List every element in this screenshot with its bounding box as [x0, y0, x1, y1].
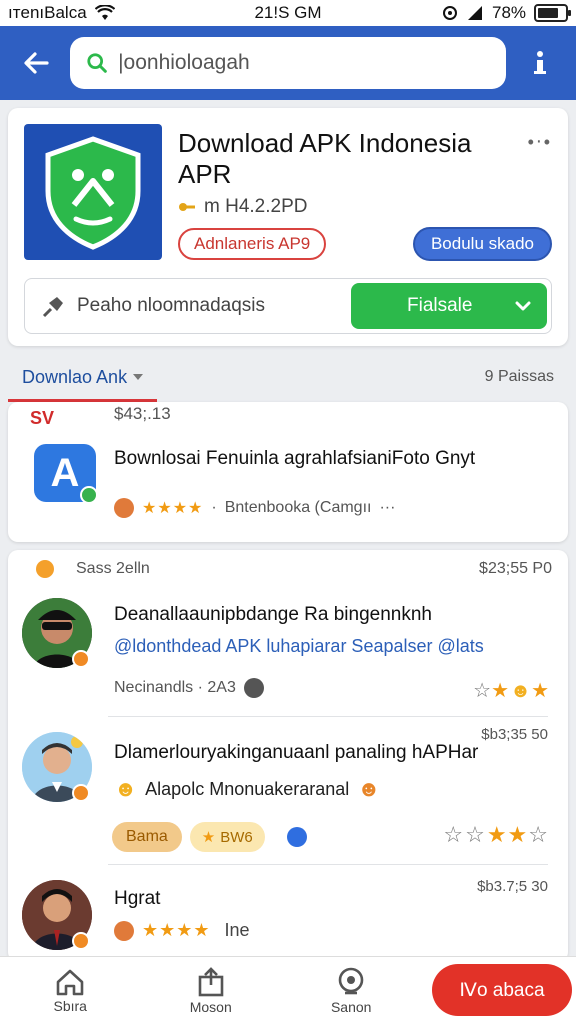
search-icon: [87, 53, 107, 73]
item-subtitle: Alapolc Mnonuakeraranal: [145, 778, 350, 799]
user-avatar-icon: [114, 498, 134, 518]
cta-button[interactable]: Ⅳo abaca: [432, 964, 572, 1016]
download-button-label: Fialsale: [407, 295, 473, 316]
wifi-icon: [94, 5, 115, 20]
item-title: Hgrat: [114, 888, 161, 909]
share-box-icon: [198, 966, 224, 996]
item-time: $b3;35 50: [481, 726, 548, 743]
item-meta: Necinandls · 2A3: [114, 678, 264, 698]
caret-down-icon: [133, 374, 144, 380]
key-icon: [179, 203, 195, 211]
search-box[interactable]: [70, 37, 506, 89]
home-icon: [56, 969, 84, 995]
item-meta: ★★★★ Ine: [114, 920, 250, 941]
feed-card: Sass 2elln $23;55 P0 Deanallaaunipbdange…: [8, 550, 568, 962]
carrier-text: ıтenıBalca: [8, 3, 87, 22]
divider: [108, 716, 548, 717]
tab-download-label: Downlao Ank: [22, 366, 128, 387]
app-icon[interactable]: [24, 124, 162, 260]
divider: [108, 864, 548, 865]
rating-stars: ★★★★: [142, 500, 204, 517]
bottom-nav: Sbıra Moson Sanon Ⅳo abaca: [0, 956, 576, 1024]
feed-logo-icon: [36, 560, 54, 578]
status-bar: ıтenıBalca 21!S GM 78%: [0, 0, 576, 26]
chip-rating[interactable]: ★ BW6: [189, 822, 265, 852]
avatar-badge-icon: [72, 932, 90, 950]
list-item[interactable]: Deanallaaunipbdange Ra bingennknh @ldont…: [8, 590, 568, 710]
rating-stars: ★★★★: [142, 920, 211, 940]
nav-search[interactable]: Sanon: [281, 967, 421, 1015]
post-price: $43;.13: [114, 404, 171, 423]
smile-emoji-icon: ☻: [114, 776, 138, 801]
user-avatar-icon: [114, 920, 134, 941]
item-title: Deanallaaunipbdange Ra bingennknh: [114, 604, 432, 625]
chip-tag[interactable]: Bama: [112, 822, 182, 852]
back-button[interactable]: [14, 41, 58, 85]
nav-home-label: Sbıra: [53, 997, 87, 1014]
feed-header-label: Sass 2elln: [76, 560, 150, 577]
sync-icon: [442, 6, 457, 20]
item-title: Dlamerlouryakinganuaanl panaling hAPHar: [114, 742, 479, 763]
chat-icon: [243, 678, 264, 698]
arrow-left-icon: [24, 52, 49, 74]
nav-search-label: Sanon: [330, 998, 372, 1015]
feed-header: Sass 2elln $23;55 P0: [24, 560, 552, 578]
app-card: Download APK Indonesia APR •‧• m H4.2.2P…: [8, 108, 568, 346]
app-store-letter: A: [50, 450, 80, 495]
list-item[interactable]: $b3.7;5 30 Hgrat ★★★★ Ine: [8, 874, 568, 962]
version-text: m H4.2.2PD: [204, 196, 308, 217]
separator-dot: ·: [211, 499, 217, 516]
reaction-stars: ☆★☻★: [473, 680, 550, 702]
tab-download[interactable]: Downlao Ank: [7, 352, 158, 402]
battery-icon: [534, 4, 572, 22]
item-meta-text: Ine: [224, 920, 250, 940]
tag-blue[interactable]: Bodulu skado: [412, 227, 552, 261]
shield-face-icon: [45, 136, 141, 250]
rating-stars: ☆☆★★☆: [443, 822, 550, 847]
location-icon: [338, 967, 364, 994]
download-row: Peaho nloomnadaqsis Fialsale: [24, 278, 552, 334]
pin-icon: [42, 297, 63, 318]
avatar-badge-icon: [72, 784, 90, 802]
post-meta: ★★★★ · Bntenbooka (Camgıı ···: [114, 498, 395, 518]
chip-rating-label: BW6: [220, 828, 253, 846]
app-title: Download APK Indonesia APR: [178, 128, 472, 189]
item-meta-text: Necinandls · 2A3: [114, 679, 236, 696]
download-label: Peaho nloomnadaqsis: [77, 295, 266, 316]
search-input[interactable]: [118, 51, 490, 75]
item-chips: Bama ★ BW6: [112, 822, 307, 852]
download-button[interactable]: Fialsale: [351, 283, 547, 329]
post-source: Bntenbooka (Camgıı: [224, 499, 372, 516]
more-options-icon[interactable]: •‧•: [528, 132, 552, 153]
item-subtitle-row: ☻ Alapolc Mnonuakeraranal ☻: [114, 776, 380, 802]
item-subtitle[interactable]: @ldonthdead APK luhapiarar Seapalser @la…: [114, 636, 484, 657]
app-version: m H4.2.2PD: [178, 196, 307, 218]
clock: 21!S GM: [254, 3, 322, 22]
info-icon: [534, 51, 546, 74]
item-time: $b3.7;5 30: [477, 878, 548, 895]
nav-message[interactable]: Moson: [140, 966, 280, 1015]
tab-bar: Downlao Ank 9 Paissas: [0, 352, 576, 402]
app-bar: [0, 26, 576, 100]
verified-badge-icon: [80, 486, 98, 504]
feed-header-time: $23;55 P0: [479, 560, 552, 577]
laugh-emoji-icon: ☻: [357, 776, 381, 801]
nav-home[interactable]: Sbıra: [0, 968, 140, 1014]
avatar-badge-icon: [72, 650, 90, 668]
post-more-icon[interactable]: ···: [379, 499, 395, 517]
post-brand: SV: [30, 408, 55, 428]
nav-message-label: Moson: [189, 998, 232, 1015]
tab-count: 9 Paissas: [484, 368, 554, 385]
battery-percent: 78%: [491, 3, 527, 22]
top-post-card[interactable]: SV $43;.13 A Bownlosai Fenuinla agrahlaf…: [8, 402, 568, 542]
list-item[interactable]: $b3;35 50 Dlamerlouryakinganuaanl panali…: [8, 726, 568, 856]
post-title: Bownlosai Fenuinla agrahlafsianiFoto Gny…: [114, 448, 476, 469]
info-button[interactable]: [518, 41, 562, 85]
signal-icon: [467, 6, 482, 20]
chevron-down-icon: [515, 301, 531, 311]
tag-outline[interactable]: Adnlaneris AP9: [178, 228, 327, 260]
verified-icon: [286, 827, 307, 847]
